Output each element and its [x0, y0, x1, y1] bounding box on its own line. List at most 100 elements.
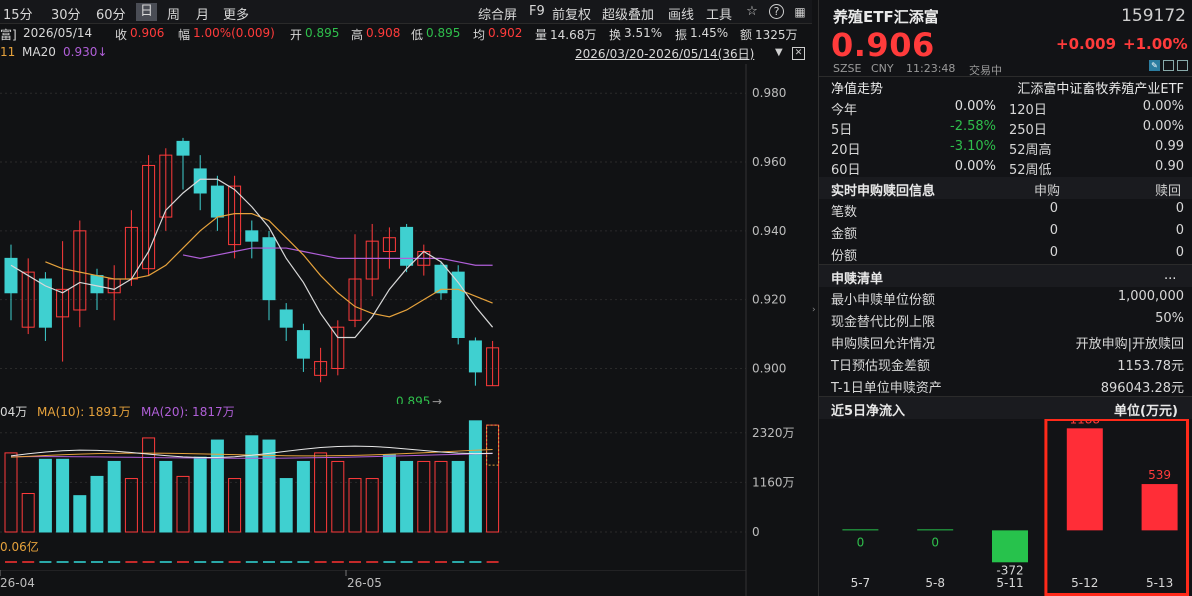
quote-time: 11:23:48: [906, 62, 956, 75]
nav-label: 今年: [831, 103, 858, 118]
flow-tick: [400, 561, 413, 563]
nav-label: 5日: [831, 123, 853, 138]
nav-label-2: 52周低: [1009, 163, 1052, 178]
amount-label: 额: [740, 28, 753, 42]
inflow-date-label: 5-8: [925, 576, 945, 590]
ma20-label: MA20: [22, 45, 56, 59]
period-more-tab[interactable]: 更多: [223, 4, 249, 23]
candle: [90, 275, 104, 294]
nav-value: 0.00%: [954, 159, 996, 174]
volume-bar: [193, 456, 207, 533]
volume-bar: [142, 437, 156, 533]
period-15min-tab[interactable]: 15分: [3, 4, 33, 23]
forward-adjust-button[interactable]: 前复权: [552, 4, 591, 23]
volume-bar: [365, 478, 379, 533]
favorite-icon[interactable]: ☆: [744, 4, 760, 20]
volume-bar: [90, 475, 104, 533]
inflow-date-label: 5-7: [851, 576, 871, 590]
flow-tick: [486, 561, 499, 563]
ma-prefix: 11: [0, 45, 16, 59]
list-label: T日预估现金差额: [831, 359, 930, 374]
candle: [4, 257, 18, 294]
flow-tick: [417, 561, 430, 563]
candlestick-chart[interactable]: 0.980 0.960 0.940 0.920 0.900 0.895 →: [0, 64, 812, 404]
turnover-label: 换: [609, 28, 622, 42]
rt-label: 金额: [831, 227, 858, 242]
fund-name: 养殖ETF汇添富: [833, 8, 939, 26]
period-day-tab[interactable]: 日: [136, 3, 158, 21]
range-dropdown-icon[interactable]: ▼: [775, 47, 783, 58]
rt-label: 份额: [831, 249, 858, 264]
volume-bar: [21, 493, 35, 533]
super-overlay-button[interactable]: 超级叠加: [602, 4, 654, 23]
flow-tick: [39, 561, 52, 563]
y-tick-label: 0.900: [752, 361, 786, 375]
period-30min-tab[interactable]: 30分: [51, 4, 81, 23]
grid-icon[interactable]: ▦: [792, 4, 808, 20]
list-value: 896043.28元: [1100, 381, 1184, 396]
quote-date: 2026/05/14: [23, 26, 93, 40]
flow-tick: [245, 561, 258, 563]
volume-bar: [451, 460, 465, 533]
flow-tick: [56, 561, 69, 563]
flow-tick: [452, 561, 465, 563]
period-week-tab[interactable]: 周: [167, 4, 180, 23]
volume-bar: [382, 454, 396, 533]
date-range-selector[interactable]: 2026/03/20-2026/05/14(36日): [575, 45, 754, 62]
volume-value: 14.68万: [550, 28, 597, 42]
turnover-value: 3.51%: [624, 26, 663, 40]
flow-tick: [22, 561, 35, 563]
candle: [279, 309, 293, 328]
volume-bar: [56, 458, 70, 533]
close-icon[interactable]: ✕: [792, 47, 805, 60]
volume-chart[interactable]: 04万 MA(10): 1891万 MA(20): 1817万 2320万 1160万 0: [0, 404, 812, 540]
nav-value: -2.58%: [950, 119, 996, 134]
list-label: 最小申赎单位份额: [831, 293, 936, 308]
candle: [262, 237, 276, 301]
volume-bar: [159, 460, 173, 533]
candle: [468, 340, 482, 373]
help-icon[interactable]: ?: [769, 4, 784, 19]
window-icon[interactable]: [1163, 60, 1174, 71]
volume-bar: [400, 460, 414, 533]
rt-title: 实时申购赎回信息: [831, 184, 936, 199]
volume-bar: [38, 458, 52, 533]
nav-value-2: 0.90: [1155, 159, 1184, 174]
net-inflow-title: 近5日净流入: [831, 404, 906, 419]
fund-code: 159172: [1121, 6, 1186, 26]
tracked-fund-name: 汇添富中证畜牧养殖产业ETF: [1017, 82, 1184, 97]
candle: [434, 264, 448, 294]
list-value: 50%: [1155, 311, 1184, 326]
tools-button[interactable]: 工具: [706, 4, 732, 23]
price-change-pct: +1.00%: [1123, 35, 1188, 53]
period-month-tab[interactable]: 月: [196, 4, 209, 23]
list-label: T-1日单位申赎资产: [831, 381, 942, 396]
flow-tick: [314, 561, 327, 563]
flow-tick: [469, 561, 482, 563]
net-inflow-chart: 05-705-8-3725-1111885-125395-13: [842, 419, 1189, 596]
y-tick-label: 0.920: [752, 293, 786, 307]
current-price: 0.906: [831, 26, 935, 64]
candle: [176, 140, 190, 156]
period-60min-tab[interactable]: 60分: [96, 4, 126, 23]
inflow-date-label: 5-11: [996, 576, 1023, 590]
rt-subscribe-value: 0: [1049, 245, 1058, 260]
security-suffix: 富]: [0, 28, 17, 42]
draw-line-button[interactable]: 画线: [668, 4, 694, 23]
flow-tick: [125, 561, 138, 563]
edit-icon[interactable]: ✎: [1149, 60, 1160, 71]
net-inflow-unit: 单位(万元): [1114, 404, 1178, 419]
rt-row: 金额 0 0: [831, 222, 1184, 242]
popout-icon[interactable]: [1177, 60, 1188, 71]
flow-label: 0.06亿: [0, 540, 39, 554]
composite-screen-button[interactable]: 综合屏: [478, 4, 517, 23]
flow-tick: [91, 561, 103, 563]
amplitude-label: 振: [675, 28, 688, 42]
vol-y-tick: 0: [752, 525, 760, 539]
f9-button[interactable]: F9: [529, 4, 545, 19]
candle: [400, 226, 414, 266]
redemption-list-row: T日预估现金差额 1153.78元: [831, 354, 1184, 374]
flow-tick: [159, 561, 172, 563]
rt-label: 笔数: [831, 205, 858, 220]
list-more-button[interactable]: ...: [1164, 268, 1176, 283]
